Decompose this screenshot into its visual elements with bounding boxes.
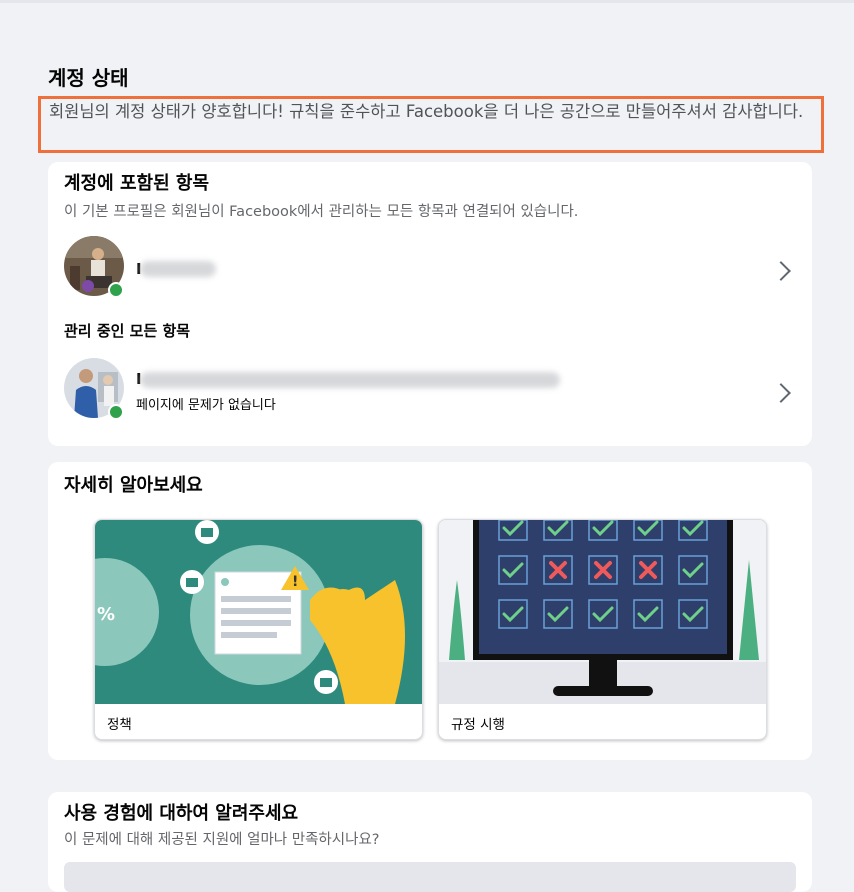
policy-illustration: % !	[95, 520, 422, 704]
learn-more-title: 자세히 알아보세요	[64, 475, 203, 496]
top-divider	[0, 0, 854, 3]
satisfaction-rating-bar[interactable]	[64, 862, 796, 892]
account-status-message: 회원님의 계정 상태가 양호합니다! 규칙을 준수하고 Facebook을 더 …	[38, 96, 824, 153]
policy-tile-label: 정책	[107, 717, 132, 733]
included-items-card: 계정에 포함된 항목 이 기본 프로필은 회원님이 Facebook에서 관리하…	[48, 162, 812, 446]
svg-text:%: %	[97, 604, 115, 625]
included-items-title: 계정에 포함된 항목	[64, 173, 210, 194]
managed-items-label: 관리 중인 모든 항목	[64, 322, 191, 340]
svg-text:!: !	[292, 574, 298, 590]
profile-row[interactable]: I	[60, 236, 800, 302]
page-title: 계정 상태	[48, 66, 129, 90]
managed-page-row[interactable]: I 페이지에 문제가 없습니다	[60, 358, 800, 424]
account-status-header: 계정 상태	[48, 64, 808, 92]
policy-tile[interactable]: % ! 정책	[94, 519, 423, 740]
enforcement-illustration	[439, 520, 766, 704]
enforcement-tile[interactable]: 규정 시행	[438, 519, 767, 740]
feedback-title: 사용 경험에 대하여 알려주세요	[64, 803, 299, 824]
page-status-text: 페이지에 문제가 없습니다	[136, 398, 276, 413]
chevron-right-icon	[771, 261, 791, 281]
chevron-right-icon	[771, 383, 791, 403]
learn-more-card: 자세히 알아보세요 % ! 정책 규정 시행	[48, 462, 812, 760]
online-status-dot	[108, 404, 124, 420]
redacted-profile-name	[140, 261, 216, 277]
online-status-dot	[108, 282, 124, 298]
enforcement-tile-label: 규정 시행	[451, 717, 505, 733]
redacted-page-name	[140, 372, 560, 388]
feedback-subtitle: 이 문제에 대해 제공된 지원에 얼마나 만족하시나요?	[64, 832, 380, 848]
feedback-card: 사용 경험에 대하여 알려주세요 이 문제에 대해 제공된 지원에 얼마나 만족…	[48, 792, 812, 892]
included-items-subtitle: 이 기본 프로필은 회원님이 Facebook에서 관리하는 모든 항목과 연결…	[64, 204, 579, 220]
